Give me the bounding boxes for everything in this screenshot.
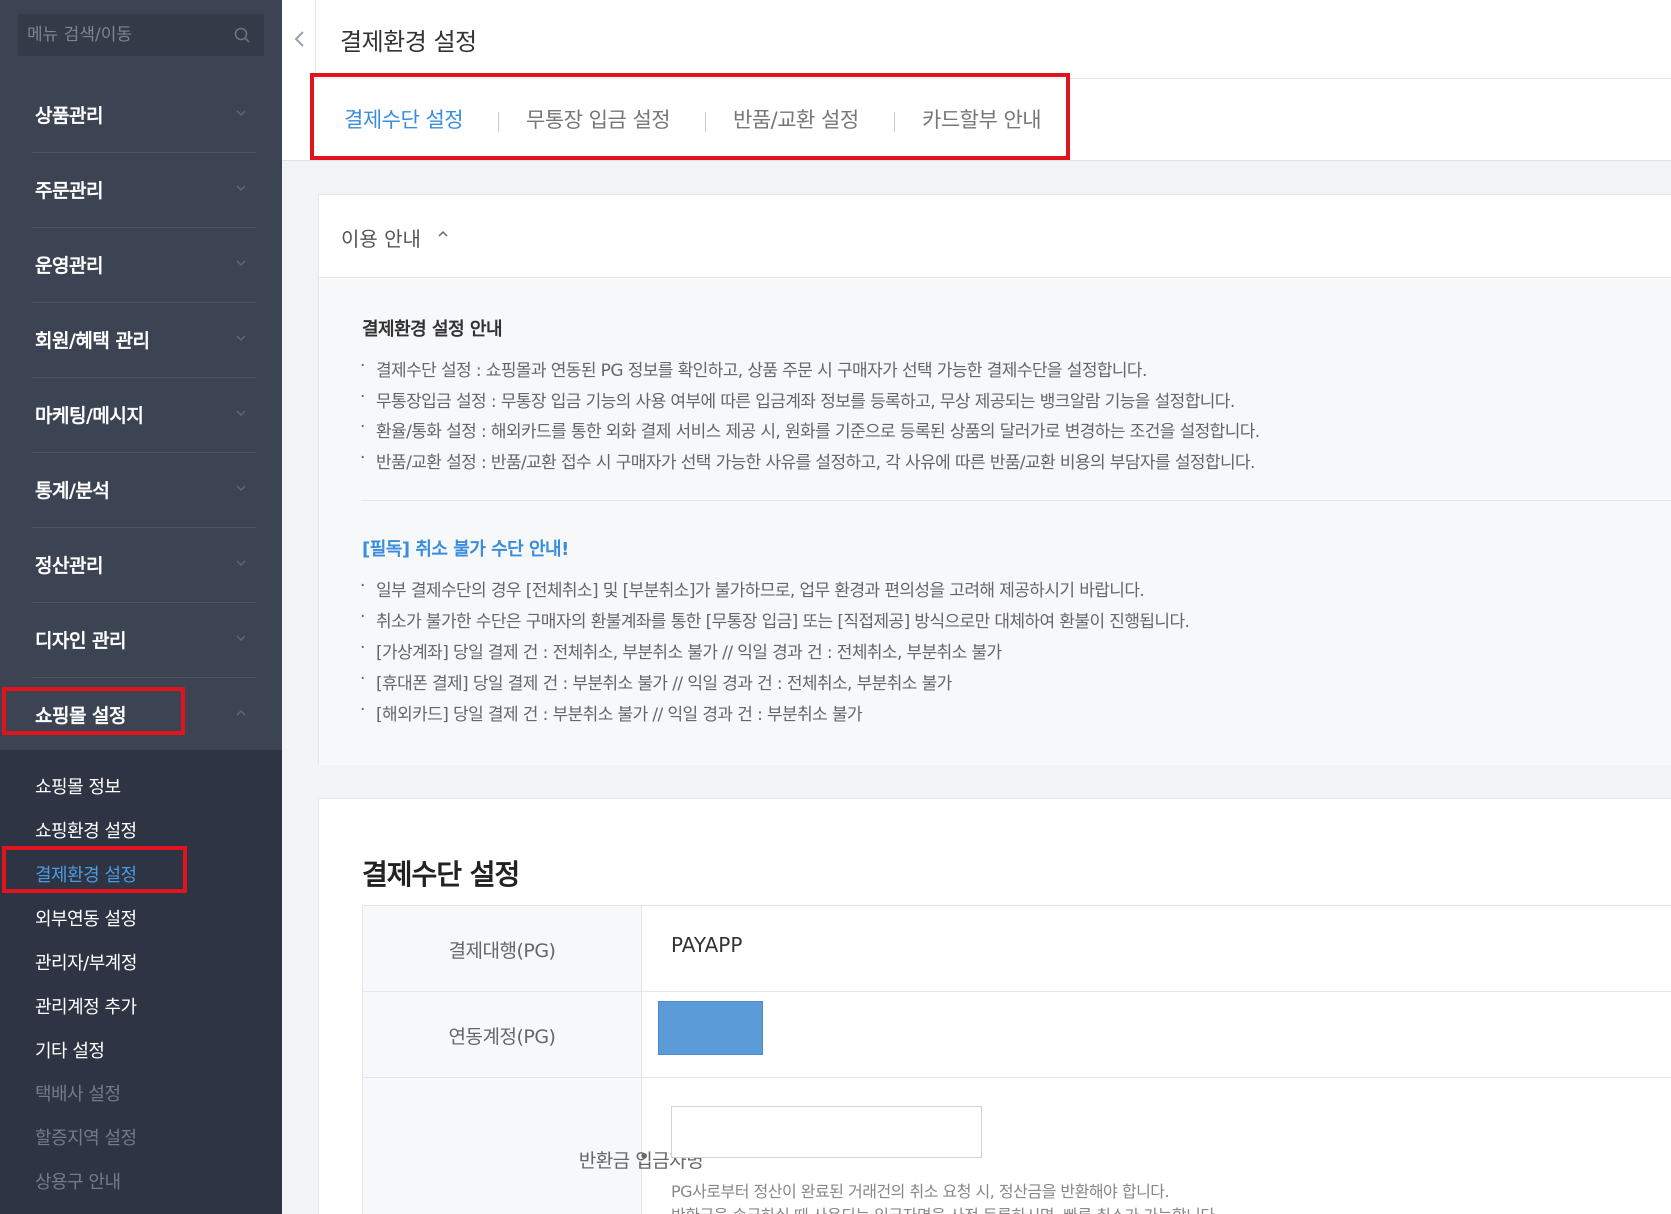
guide-line: 환율/통화 설정 : 해외카드를 통한 외화 결제 서비스 제공 시, 원화를 … — [360, 417, 1260, 442]
row-header: 연동계정(PG) — [362, 992, 642, 1077]
tab-bar: 결제수단 설정 무통장 입금 설정 반품/교환 설정 카드할부 안내 — [282, 79, 1671, 161]
divider — [361, 500, 1671, 501]
sidebar: 상품관리 주문관리 운영관리 회원/혜택 관리 마케팅/메시지 통계/분석 — [0, 0, 282, 1214]
page-title: 결제환경 설정 — [340, 28, 477, 56]
table-row-pg: 결제대행(PG) PAYAPP — [362, 906, 1671, 992]
usage-guide-body: 결제환경 설정 안내 결제수단 설정 : 쇼핑몰과 연동된 PG 정보를 확인하… — [319, 279, 1671, 765]
tab-bank-transfer[interactable]: 무통장 입금 설정 — [526, 104, 671, 134]
row-value: PAYAPP — [642, 906, 1671, 991]
menu-item-operations[interactable]: 운영관리 — [0, 228, 282, 303]
chevron-up-icon — [438, 230, 448, 237]
linked-account-redacted — [658, 1001, 763, 1055]
section-title: 결제수단 설정 — [362, 858, 520, 891]
pg-value: PAYAPP — [671, 933, 743, 957]
menu-item-statistics[interactable]: 통계/분석 — [0, 453, 282, 528]
submenu-item-payment-settings[interactable]: 결제환경 설정 — [35, 861, 137, 887]
menu-item-label: 운영관리 — [35, 255, 103, 277]
row-value: PG사로부터 정산이 완료된 거래건의 취소 요청 시, 정산금을 반환해야 합… — [642, 1078, 1671, 1214]
tab-separator — [705, 112, 706, 132]
submenu-item-courier-settings[interactable]: 택배사 설정 — [35, 1080, 121, 1106]
menu-item-label: 정산관리 — [35, 555, 103, 577]
main-menu: 상품관리 주문관리 운영관리 회원/혜택 관리 마케팅/메시지 통계/분석 정산… — [0, 78, 282, 753]
submenu-item-add-admin-account[interactable]: 관리계정 추가 — [35, 993, 137, 1019]
menu-search-box[interactable] — [18, 14, 264, 56]
search-icon[interactable] — [234, 27, 250, 43]
menu-item-label: 쇼핑몰 설정 — [35, 705, 127, 727]
submenu-item-surcharge-region[interactable]: 할증지역 설정 — [35, 1124, 137, 1150]
notice-line: 취소가 불가한 수단은 구매자의 환불계좌를 통한 [무통장 입금] 또는 [직… — [360, 607, 1190, 632]
menu-item-members[interactable]: 회원/혜택 관리 — [0, 303, 282, 378]
usage-guide-toggle[interactable]: 이용 안내 — [319, 195, 1671, 278]
table-row-account: 연동계정(PG) — [362, 992, 1671, 1078]
chevron-down-icon — [236, 185, 246, 192]
notice-line: [해외카드] 당일 결제 건 : 부분취소 불가 // 익일 경과 건 : 부분… — [360, 700, 863, 725]
top-bar: 결제환경 설정 — [282, 0, 1671, 79]
chevron-down-icon — [236, 335, 246, 342]
row-header-label: 연동계정(PG) — [448, 1026, 556, 1048]
row-header: 결제대행(PG) — [362, 906, 642, 991]
submenu-item-phrases-guide[interactable]: 상용구 안내 — [35, 1168, 121, 1194]
chevron-down-icon — [236, 485, 246, 492]
notice-line: 일부 결제수단의 경우 [전체취소] 및 [부분취소]가 불가하므로, 업무 환… — [360, 576, 1145, 601]
tab-separator — [498, 112, 499, 132]
chevron-up-icon — [236, 709, 246, 716]
sidebar-collapse-button[interactable] — [282, 0, 316, 79]
tab-payment-method[interactable]: 결제수단 설정 — [344, 104, 464, 134]
menu-search-input[interactable] — [18, 14, 264, 56]
menu-item-label: 회원/혜택 관리 — [35, 330, 150, 352]
submenu-item-shop-environment[interactable]: 쇼핑환경 설정 — [35, 817, 137, 843]
submenu-item-admin-subaccount[interactable]: 관리자/부계정 — [35, 949, 137, 975]
menu-item-marketing[interactable]: 마케팅/메시지 — [0, 378, 282, 453]
submenu-item-shop-info[interactable]: 쇼핑몰 정보 — [35, 773, 121, 799]
guide-line: 무통장입금 설정 : 무통장 입금 기능의 사용 여부에 따른 입금계좌 정보를… — [360, 387, 1235, 412]
row-value — [642, 992, 1671, 1077]
submenu-item-other-settings[interactable]: 기타 설정 — [35, 1037, 105, 1063]
notice-line: [가상계좌] 당일 결제 건 : 전체취소, 부분취소 불가 // 익일 경과 … — [360, 638, 1002, 663]
notice-line: [휴대폰 결제] 당일 결제 건 : 부분취소 불가 // 익일 경과 건 : … — [360, 669, 952, 694]
submenu-item-external-integration[interactable]: 외부연동 설정 — [35, 905, 137, 931]
shop-settings-submenu: 쇼핑몰 정보 쇼핑환경 설정 결제환경 설정 외부연동 설정 관리자/부계정 관… — [0, 750, 282, 1214]
table-row-refund: 반환금 입금자명 • PG사로부터 정산이 완료된 거래건의 취소 요청 시, 정… — [362, 1078, 1671, 1214]
tab-card-installment[interactable]: 카드할부 안내 — [922, 104, 1042, 134]
chevron-down-icon — [236, 560, 246, 567]
menu-item-products[interactable]: 상품관리 — [0, 78, 282, 153]
cancel-notice-title: [필독] 취소 불가 수단 안내! — [362, 539, 569, 560]
row-header-label: 결제대행(PG) — [448, 940, 556, 962]
menu-item-settlement[interactable]: 정산관리 — [0, 528, 282, 603]
guide-line: 결제수단 설정 : 쇼핑몰과 연동된 PG 정보를 확인하고, 상품 주문 시 … — [360, 356, 1147, 381]
usage-guide-panel: 이용 안내 결제환경 설정 안내 결제수단 설정 : 쇼핑몰과 연동된 PG 정… — [318, 194, 1671, 765]
menu-item-label: 마케팅/메시지 — [35, 405, 144, 427]
chevron-left-icon — [294, 31, 304, 47]
chevron-down-icon — [236, 110, 246, 117]
menu-item-label: 주문관리 — [35, 180, 103, 202]
menu-item-label: 통계/분석 — [35, 480, 110, 502]
tab-return-exchange[interactable]: 반품/교환 설정 — [733, 104, 859, 134]
menu-item-design[interactable]: 디자인 관리 — [0, 603, 282, 678]
help-text: PG사로부터 정산이 완료된 거래건의 취소 요청 시, 정산금을 반환해야 합… — [671, 1182, 1170, 1201]
tab-separator — [894, 112, 895, 132]
menu-item-label: 디자인 관리 — [35, 630, 127, 652]
guide-section-title: 결제환경 설정 안내 — [362, 319, 503, 340]
refund-depositor-name-input[interactable] — [671, 1106, 982, 1158]
payment-method-panel: 결제수단 설정 결제대행(PG) PAYAPP 연동계정(PG) 반환금 입금자… — [318, 798, 1671, 1214]
payment-settings-table: 결제대행(PG) PAYAPP 연동계정(PG) 반환금 입금자명 • PG사로부… — [362, 905, 1671, 1214]
help-text: 반환금을 송금하실 때 사용되는 입금자명을 사전 등록하시면, 빠른 취소가 … — [671, 1202, 1220, 1214]
menu-item-label: 상품관리 — [35, 105, 103, 127]
menu-item-shop-settings[interactable]: 쇼핑몰 설정 — [0, 678, 282, 753]
menu-item-orders[interactable]: 주문관리 — [0, 153, 282, 228]
guide-line: 반품/교환 설정 : 반품/교환 접수 시 구매자가 선택 가능한 사유를 설정… — [360, 448, 1255, 473]
row-header: 반환금 입금자명 • — [362, 1078, 704, 1214]
chevron-down-icon — [236, 635, 246, 642]
chevron-down-icon — [236, 260, 246, 267]
chevron-down-icon — [236, 410, 246, 417]
usage-guide-title: 이용 안내 — [341, 227, 421, 251]
